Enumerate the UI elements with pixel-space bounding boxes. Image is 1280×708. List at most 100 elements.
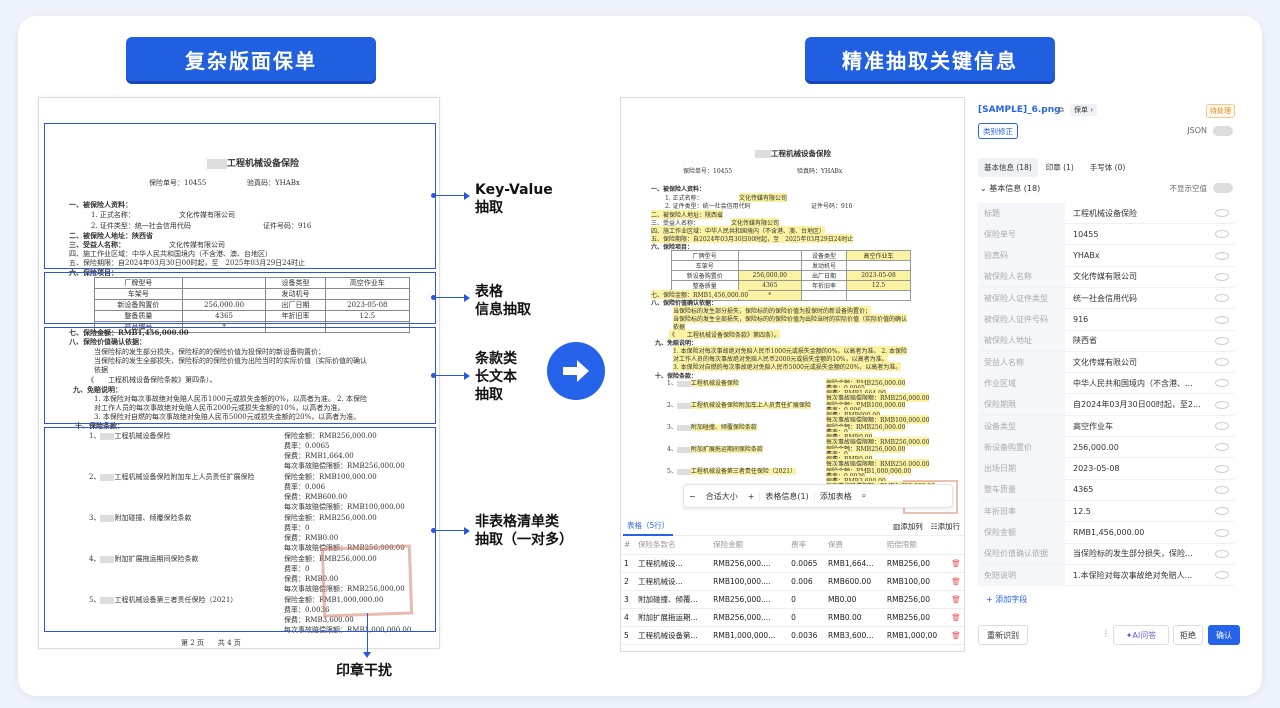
check-icon[interactable] <box>1215 294 1229 303</box>
section-header[interactable]: ⌄ 基本信息 (18) <box>980 183 1040 194</box>
table-cell[interactable]: RMB256,000.... <box>710 608 789 627</box>
table-cell[interactable]: RMB256,000.... <box>710 590 789 609</box>
add-field-button[interactable]: + 添加字段 <box>986 594 1027 605</box>
field-value[interactable]: 1.本保险对每次事故绝对免赔人... <box>1065 570 1215 581</box>
table-row[interactable]: 5 工程机械设备第... RMB1,000,000... 0.0036 RMB3,600… <box>621 626 964 645</box>
zoom-fit-select[interactable]: 合适大小 <box>701 491 743 502</box>
check-icon[interactable] <box>1215 571 1229 580</box>
field-value[interactable]: YHABx <box>1065 251 1215 260</box>
field-row[interactable]: 出场日期 2023-05-08 <box>978 458 1235 480</box>
field-value[interactable]: 陕西省 <box>1065 335 1215 346</box>
field-row[interactable]: 被保险人证件号码 916 <box>978 309 1235 331</box>
preview-document[interactable]: 工程机械设备保险 保险单号：10455 验真码：YHABx 一、被保险人资料： … <box>621 98 964 518</box>
table-cell[interactable]: 0.0065 <box>788 554 826 573</box>
table-tab[interactable]: 表格（5行） <box>623 517 674 536</box>
table-cell[interactable]: RMB100,00 <box>883 572 949 591</box>
table-cell[interactable]: 工程机械设... <box>635 572 711 591</box>
add-row-button[interactable]: 添加行 <box>938 521 961 532</box>
table-cell[interactable]: 附加碰撞、倾覆... <box>635 590 711 609</box>
table-cell[interactable]: 2 <box>621 572 636 591</box>
search-icon[interactable]: ⌕ <box>857 491 871 501</box>
add-column-button[interactable]: 添加列 <box>900 521 923 532</box>
field-row[interactable]: 设备类型 高空作业车 <box>978 415 1235 437</box>
table-cell[interactable]: RMB256,00 <box>883 590 949 609</box>
table-cell[interactable]: MB0.00 <box>825 590 884 609</box>
table-cell[interactable]: 0 <box>788 590 826 609</box>
field-row[interactable]: 作业区域 中华人民共和国境内（不含港、... <box>978 372 1235 395</box>
reject-button[interactable]: 拒绝 <box>1173 625 1203 645</box>
check-icon[interactable] <box>1215 507 1229 516</box>
table-cell[interactable]: RMB256,00 <box>883 608 949 627</box>
field-row[interactable]: 保险价值确认依据 当保险标的发生部分损失，保险... <box>978 543 1235 565</box>
table-cell[interactable]: RMB1,000,00 <box>883 626 949 645</box>
field-row[interactable]: 标题 工程机械设备保险 <box>978 202 1235 224</box>
field-value[interactable]: RMB1,456,000.00 <box>1065 528 1215 537</box>
check-icon[interactable] <box>1215 315 1229 324</box>
field-value[interactable]: 工程机械设备保险 <box>1065 208 1215 219</box>
delete-icon[interactable]: 🗑 <box>948 608 964 627</box>
field-value[interactable]: 统一社会信用代码 <box>1065 293 1215 304</box>
table-cell[interactable]: 1 <box>621 554 636 573</box>
field-row[interactable]: 被保险人名称 文化传媒有限公司 <box>978 266 1235 288</box>
table-cell[interactable]: RMB0.00 <box>825 608 884 627</box>
add-table-button[interactable]: 添加表格 <box>813 490 857 502</box>
check-icon[interactable] <box>1215 464 1229 473</box>
field-row[interactable]: 受益人名称 文化传媒有限公司 <box>978 351 1235 374</box>
table-cell[interactable]: 工程机械设... <box>635 554 711 573</box>
category-fix-button[interactable]: 类别修正 <box>978 123 1018 139</box>
field-row[interactable]: 被保险人证件类型 统一社会信用代码 <box>978 287 1235 310</box>
table-cell[interactable]: RMB256,000.... <box>710 554 789 573</box>
table-cell[interactable]: 工程机械设备第... <box>635 626 711 645</box>
tab-handwriting[interactable]: 手写体 (0) <box>1082 158 1134 177</box>
check-icon[interactable] <box>1215 443 1229 452</box>
field-value[interactable]: 256,000.00 <box>1065 443 1215 452</box>
table-cell[interactable]: RMB1,000,000... <box>710 626 789 645</box>
table-row[interactable]: 3 附加碰撞、倾覆... RMB256,000.... 0 MB0.00 RMB256,0… <box>621 590 964 609</box>
hide-empty-toggle[interactable] <box>1213 183 1233 193</box>
table-cell[interactable]: 附加扩展拖运期... <box>635 608 711 627</box>
table-info-dropdown[interactable]: 表格信息(1) <box>759 490 813 502</box>
field-value[interactable]: 2023-05-08 <box>1065 464 1215 473</box>
field-value[interactable]: 916 <box>1065 315 1215 324</box>
field-value[interactable]: 10455 <box>1065 230 1215 239</box>
delete-icon[interactable]: 🗑 <box>948 626 964 645</box>
table-cell[interactable]: RMB3,600... <box>825 626 884 645</box>
tab-basic-info[interactable]: 基本信息 (18) <box>978 157 1038 177</box>
delete-icon[interactable]: 🗑 <box>948 572 964 591</box>
field-row[interactable]: 新设备购置价 256,000.00 <box>978 436 1235 459</box>
ai-qa-button[interactable]: ✦ AI问答 <box>1113 625 1169 645</box>
table-cell[interactable]: 0.0036 <box>788 626 826 645</box>
check-icon[interactable] <box>1215 209 1229 217</box>
zoom-out-button[interactable]: − <box>684 492 701 501</box>
field-value[interactable]: 文化传媒有限公司 <box>1065 271 1215 282</box>
more-icon[interactable]: ⋮ <box>1102 629 1110 638</box>
table-cell[interactable]: 4 <box>621 608 636 627</box>
doc-type-tag[interactable]: 保单 › <box>1070 104 1098 116</box>
table-cell[interactable]: RMB256,00 <box>883 554 949 573</box>
field-value[interactable]: 文化传媒有限公司 <box>1065 357 1215 368</box>
table-cell[interactable]: 5 <box>621 626 636 645</box>
check-icon[interactable] <box>1215 422 1229 430</box>
check-icon[interactable] <box>1215 230 1229 239</box>
confirm-button[interactable]: 确认 <box>1208 625 1240 645</box>
zoom-in-button[interactable]: + <box>743 492 760 501</box>
field-value[interactable]: 4365 <box>1065 485 1215 494</box>
field-value[interactable]: 自2024年03月30日00时起，至2... <box>1065 399 1215 410</box>
field-value[interactable]: 当保险标的发生部分损失，保险... <box>1065 548 1215 559</box>
table-row[interactable]: 1 工程机械设... RMB256,000.... 0.0065 RMB1,664...… <box>621 554 964 573</box>
table-cell[interactable]: 0 <box>788 608 826 627</box>
check-icon[interactable] <box>1215 251 1229 260</box>
table-row[interactable]: 4 附加扩展拖运期... RMB256,000.... 0 RMB0.00 RMB256,… <box>621 608 964 627</box>
tab-stamp[interactable]: 印章 (1) <box>1038 158 1082 177</box>
field-row[interactable]: 保险期限 自2024年03月30日00时起，至2... <box>978 394 1235 416</box>
table-row[interactable]: 2 工程机械设... RMB100,000.... 0.006 RMB600.00 RMB… <box>621 572 964 591</box>
field-row[interactable]: 验真码 YHABx <box>978 245 1235 267</box>
field-row[interactable]: 保险单号 10455 <box>978 223 1235 246</box>
delete-icon[interactable]: 🗑 <box>948 590 964 609</box>
check-icon[interactable] <box>1215 358 1229 367</box>
field-row[interactable]: 年折旧率 12.5 <box>978 500 1235 523</box>
table-cell[interactable]: RMB600.00 <box>825 572 884 591</box>
field-value[interactable]: 中华人民共和国境内（不含港、... <box>1065 378 1215 389</box>
table-cell[interactable]: 3 <box>621 590 636 609</box>
check-icon[interactable] <box>1215 528 1229 537</box>
